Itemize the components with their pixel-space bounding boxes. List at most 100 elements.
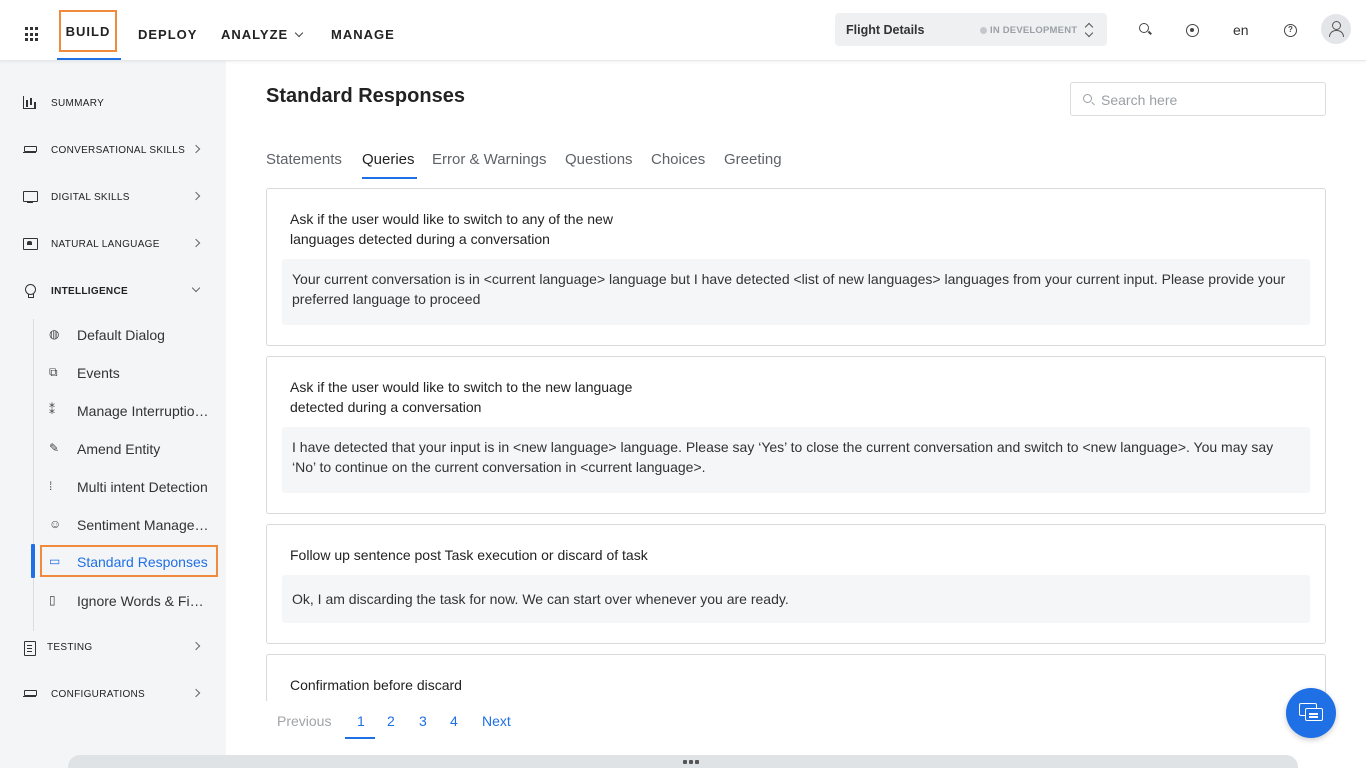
chevron-right-icon <box>191 641 201 651</box>
chevron-down-icon <box>294 28 304 38</box>
sidebar-subitem-default-dialog[interactable]: ◍ Default Dialog <box>40 318 218 350</box>
nav-build[interactable]: BUILD <box>59 10 117 52</box>
active-item-indicator <box>31 544 35 578</box>
sidebar-subitem-standard-responses[interactable]: ▭ Standard Responses <box>40 545 218 577</box>
target-icon[interactable] <box>1185 22 1201 38</box>
pagination-page[interactable]: 1 <box>357 713 365 729</box>
document-icon: ▯ <box>49 593 56 607</box>
search-input[interactable] <box>1101 90 1311 110</box>
response-text[interactable]: Ok, I am discarding the task for now. We… <box>282 575 1310 623</box>
chat-button[interactable] <box>1286 688 1336 738</box>
user-avatar-icon[interactable] <box>1321 14 1351 44</box>
stack-icon <box>23 143 37 156</box>
sidebar-item-label: TESTING <box>47 642 93 653</box>
globe-icon: ◍ <box>49 327 60 341</box>
sidebar-item-digital-skills[interactable]: DIGITAL SKILLS <box>0 182 226 212</box>
sidebar-item-label: INTELLIGENCE <box>51 286 128 297</box>
response-text[interactable]: I have detected that your input is in <n… <box>282 427 1310 493</box>
monitor-icon <box>23 190 38 204</box>
sidebar-item-intelligence[interactable]: INTELLIGENCE <box>0 276 226 306</box>
current-page-indicator <box>345 737 375 739</box>
top-bar: BUILD DEPLOY ANALYZE MANAGE Flight Detai… <box>0 0 1366 61</box>
active-tab-indicator <box>362 177 417 179</box>
tab-greeting[interactable]: Greeting <box>724 151 782 168</box>
tab-choices[interactable]: Choices <box>651 151 705 168</box>
sidebar-item-natural-language[interactable]: NATURAL LANGUAGE <box>0 229 226 259</box>
pagination-page[interactable]: 2 <box>387 713 395 729</box>
response-card[interactable]: Confirmation before discard <box>266 654 1326 701</box>
nav-analyze[interactable]: ANALYZE <box>221 27 304 42</box>
app-grid-icon[interactable] <box>25 27 40 42</box>
response-card[interactable]: Ask if the user would like to switch to … <box>266 356 1326 514</box>
sidebar: SUMMARY CONVERSATIONAL SKILLS DIGITAL SK… <box>0 61 226 768</box>
pagination-next[interactable]: Next <box>482 713 511 729</box>
bottom-drawer[interactable] <box>68 755 1298 768</box>
sidebar-item-summary[interactable]: SUMMARY <box>0 88 226 118</box>
response-card-title: Confirmation before discard <box>290 677 462 693</box>
response-text[interactable]: Your current conversation is in <current… <box>282 259 1310 325</box>
search-box[interactable] <box>1070 82 1326 116</box>
response-card[interactable]: Ask if the user would like to switch to … <box>266 188 1326 346</box>
nav-build-active-indicator <box>57 58 121 60</box>
pagination-previous[interactable]: Previous <box>277 713 331 729</box>
tab-questions[interactable]: Questions <box>565 151 633 168</box>
edit-icon: ✎ <box>49 441 60 455</box>
pagination-page[interactable]: 3 <box>419 713 427 729</box>
sidebar-subitem-events[interactable]: ⧉ Events <box>40 356 218 388</box>
sidebar-subitem-manage-interruptions[interactable]: ⁑ Manage Interruptions <box>40 394 218 426</box>
sidebar-subitem-sentiment-management[interactable]: ☺ Sentiment Management <box>40 508 218 540</box>
sidebar-subitem-label: Amend Entity <box>77 441 161 457</box>
sidebar-item-testing[interactable]: TESTING <box>0 632 226 662</box>
sidebar-subitem-label: Default Dialog <box>77 327 165 343</box>
bar-chart-icon <box>23 96 37 109</box>
sidebar-subitem-amend-entity[interactable]: ✎ Amend Entity <box>40 432 218 464</box>
sidebar-subitem-ignore-words[interactable]: ▯ Ignore Words & Field Memory <box>40 584 218 616</box>
sidebar-subitem-label: Manage Interruptions <box>77 403 209 419</box>
response-card-title-line: Ask if the user would like to switch to … <box>290 379 633 395</box>
bulb-icon <box>23 284 37 298</box>
sidebar-subitem-label: Sentiment Management <box>77 517 209 533</box>
response-card-title-line: languages detected during a conversation <box>290 231 550 247</box>
sidebar-item-label: DIGITAL SKILLS <box>51 192 130 203</box>
multi-intent-icon: ⁞ <box>49 479 53 493</box>
submenu-divider <box>33 319 34 631</box>
sidebar-item-label: SUMMARY <box>51 98 105 109</box>
drag-handle-icon[interactable] <box>683 760 703 766</box>
chevron-updown-icon <box>1083 22 1095 38</box>
chevron-down-icon <box>191 283 201 293</box>
sidebar-item-configurations[interactable]: CONFIGURATIONS <box>0 679 226 709</box>
sidebar-subitem-label: Multi intent Detection <box>77 479 208 495</box>
sidebar-subitem-label: Standard Responses <box>77 554 208 570</box>
response-card-title: Follow up sentence post Task execution o… <box>290 547 648 563</box>
response-card-title-line: Ask if the user would like to switch to … <box>290 211 613 227</box>
nav-manage[interactable]: MANAGE <box>331 27 395 42</box>
chat-bubbles-icon-front <box>1305 708 1323 721</box>
bot-name: Flight Details <box>846 23 925 37</box>
smiley-icon: ☺ <box>49 517 62 531</box>
language-selector[interactable]: en <box>1233 22 1249 38</box>
sidebar-item-label: CONVERSATIONAL SKILLS <box>51 145 186 156</box>
page-title: Standard Responses <box>266 85 465 107</box>
sidebar-item-conversational-skills[interactable]: CONVERSATIONAL SKILLS <box>0 135 226 165</box>
response-card[interactable]: Follow up sentence post Task execution o… <box>266 524 1326 644</box>
nav-deploy[interactable]: DEPLOY <box>138 27 197 42</box>
stack-icon <box>23 687 37 700</box>
tab-queries[interactable]: Queries <box>362 151 415 168</box>
pagination-page[interactable]: 4 <box>450 713 458 729</box>
sidebar-subitem-multi-intent-detection[interactable]: ⁞ Multi intent Detection <box>40 470 218 502</box>
tab-statements[interactable]: Statements <box>266 151 342 168</box>
sidebar-item-label: NATURAL LANGUAGE <box>51 239 160 250</box>
help-icon[interactable] <box>1283 22 1299 38</box>
interruption-icon: ⁑ <box>49 403 55 417</box>
chevron-right-icon <box>191 191 201 201</box>
tab-error-warnings[interactable]: Error & Warnings <box>432 151 546 168</box>
bot-selector[interactable]: Flight Details IN DEVELOPMENT <box>835 13 1107 46</box>
search-icon <box>1083 94 1095 106</box>
sidebar-item-label: CONFIGURATIONS <box>51 689 146 700</box>
chevron-right-icon <box>191 144 201 154</box>
chat-icon: ▭ <box>49 554 61 568</box>
natural-language-icon <box>23 237 38 250</box>
search-icon[interactable] <box>1138 22 1154 38</box>
chevron-right-icon <box>191 238 201 248</box>
clipboard-icon <box>23 640 37 656</box>
